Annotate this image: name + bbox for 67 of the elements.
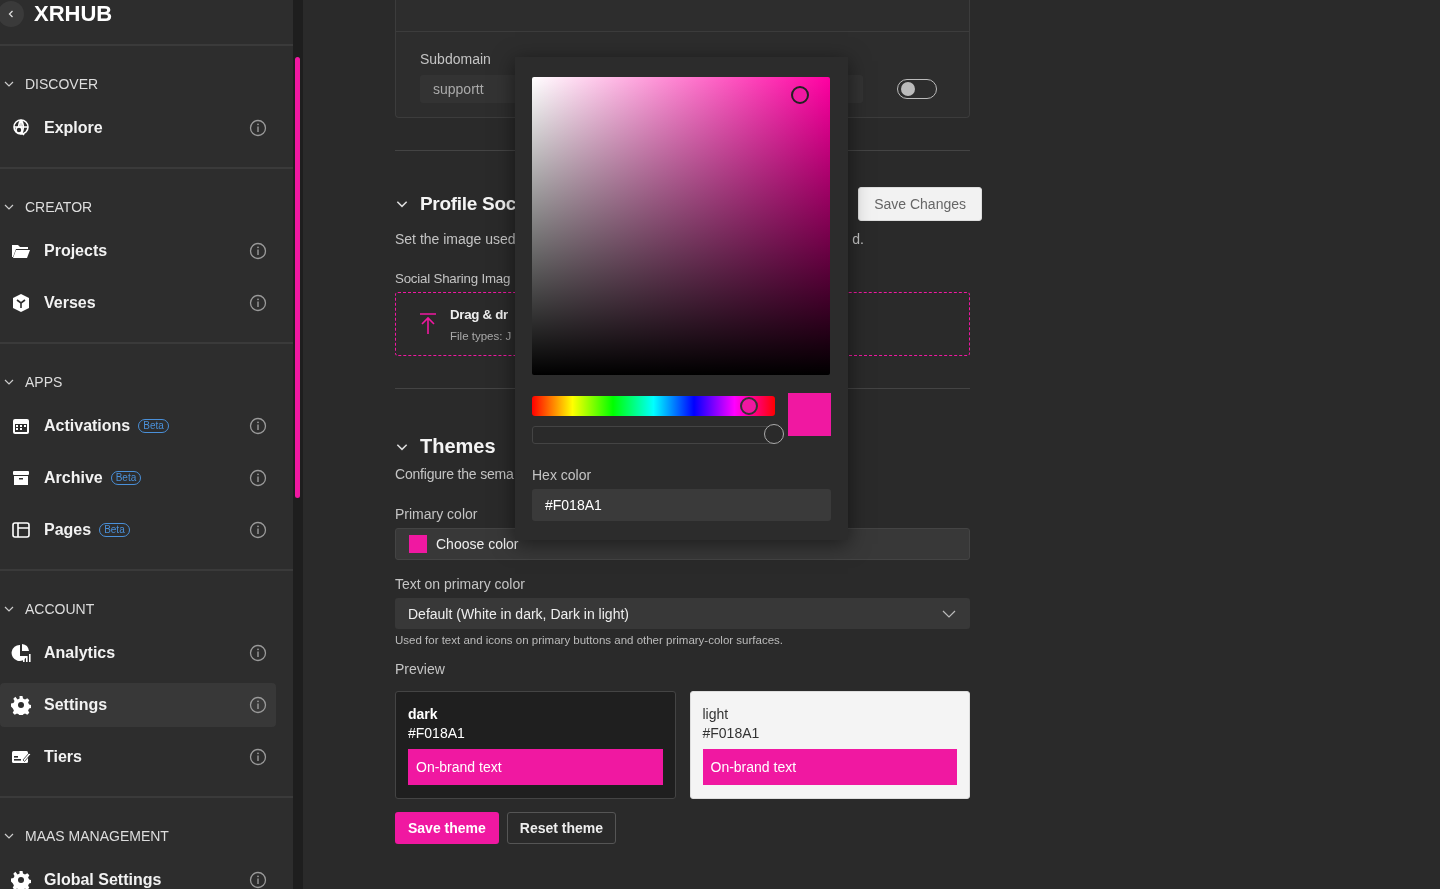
save-theme-button[interactable]: Save theme	[395, 812, 499, 844]
alpha-handle[interactable]	[764, 424, 784, 444]
info-icon[interactable]	[249, 521, 267, 539]
preview-hex: #F018A1	[702, 725, 761, 741]
chart-icon	[11, 643, 31, 663]
field-label: Subdomain	[420, 51, 491, 67]
sidebar-item[interactable]: Pages Beta	[0, 508, 276, 552]
dropdown[interactable]: Default (White in dark, Dark in light)	[395, 598, 970, 629]
section-header[interactable]: CREATOR	[0, 193, 293, 221]
info-icon[interactable]	[249, 417, 267, 435]
field-label: Social Sharing Imag	[395, 271, 511, 286]
brand-sample: On-brand text	[408, 749, 663, 785]
info-icon[interactable]	[249, 696, 267, 714]
hue-slider[interactable]	[532, 396, 775, 416]
scrollbar[interactable]	[293, 0, 303, 889]
archive-icon	[11, 468, 31, 488]
sidebar-item[interactable]: Archive Beta	[0, 456, 276, 500]
color-handle[interactable]	[791, 85, 810, 104]
section-description: Set the image used	[395, 231, 516, 247]
globe-icon	[11, 118, 31, 138]
sidebar-item[interactable]: Settings	[0, 683, 276, 727]
section-header[interactable]: DISCOVER	[0, 70, 293, 98]
layout-icon	[11, 520, 31, 540]
field-label: Primary color	[395, 506, 478, 522]
info-icon[interactable]	[249, 748, 267, 766]
sidebar-item[interactable]: Tiers	[0, 735, 276, 779]
preview-name: light	[702, 706, 730, 722]
brand-sample: On-brand text	[702, 749, 957, 785]
field-label: Hex color	[532, 467, 592, 483]
saturation-brightness-area[interactable]	[532, 77, 830, 375]
hue-handle[interactable]	[740, 397, 759, 415]
sidebar-item[interactable]: Global Settings	[0, 858, 276, 889]
dropzone-hint: File types: J	[450, 329, 512, 342]
section-header[interactable]: APPS	[0, 368, 293, 396]
field-label: Text on primary color	[395, 576, 525, 592]
section-description: Configure the sema	[395, 466, 514, 482]
section-title[interactable]: Themes	[395, 435, 970, 458]
section-title[interactable]: Profile Soc	[395, 193, 516, 215]
info-icon[interactable]	[249, 294, 267, 312]
sidebar-item[interactable]: Explore	[0, 106, 276, 150]
save-changes-button[interactable]: Save Changes	[858, 187, 982, 221]
description-fragment: d.	[852, 231, 864, 247]
cube-icon	[11, 293, 31, 313]
chevron-down-icon	[942, 609, 956, 618]
sidebar-item[interactable]: Verses	[0, 281, 276, 325]
upload-icon	[418, 312, 438, 336]
dropzone-title: Drag & dr	[450, 306, 508, 322]
field-label: Preview	[395, 661, 445, 677]
field-hint: Used for text and icons on primary buttons and other primary-color surfaces.	[395, 634, 784, 646]
sidebar-item[interactable]: Projects	[0, 229, 276, 273]
info-icon[interactable]	[249, 871, 267, 889]
section-header[interactable]: ACCOUNT	[0, 595, 293, 623]
section-header[interactable]: MAAS MANAGEMENT	[0, 822, 293, 850]
preview-hex: #F018A1	[408, 725, 466, 741]
preview-name: dark	[408, 706, 439, 722]
gear-icon	[11, 695, 31, 715]
info-icon[interactable]	[249, 242, 267, 260]
chevron-left-icon	[6, 9, 16, 19]
calendar-icon	[11, 416, 31, 436]
info-icon[interactable]	[249, 469, 267, 487]
info-icon[interactable]	[249, 119, 267, 137]
hex-input[interactable]: #F018A1	[532, 489, 831, 521]
sidebar-item[interactable]: Analytics	[0, 631, 276, 675]
sidebar-item[interactable]: Activations Beta	[0, 404, 276, 448]
info-icon[interactable]	[249, 644, 267, 662]
reset-theme-button[interactable]: Reset theme	[506, 812, 617, 844]
brand-title: XRHUB	[34, 1, 113, 27]
